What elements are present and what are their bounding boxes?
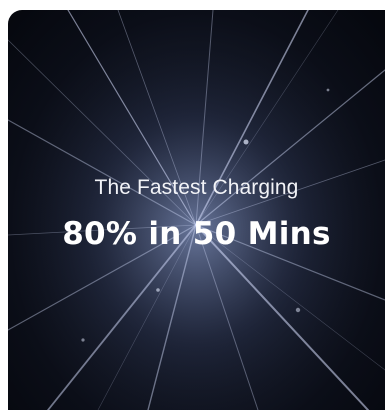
subheadline: 80% in 50 Mins: [62, 216, 331, 252]
promo-banner-card[interactable]: The Fastest Charging 80% in 50 Mins: [8, 10, 385, 410]
light-rays-background: [8, 10, 385, 410]
headline: The Fastest Charging: [94, 176, 299, 199]
